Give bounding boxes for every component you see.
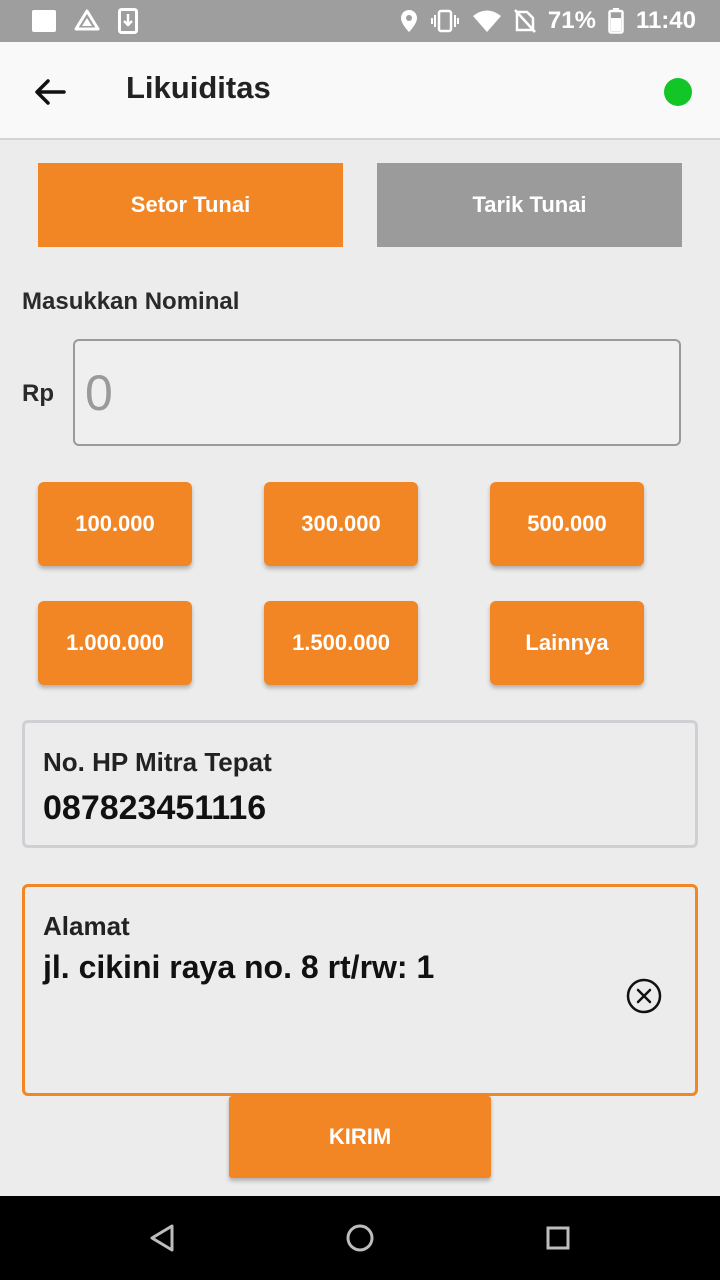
submit-button[interactable]: KIRIM [229,1096,491,1178]
nav-back-icon[interactable] [142,1218,182,1258]
vibrate-icon [430,9,460,33]
page-title: Likuiditas [126,70,271,105]
back-button[interactable] [30,72,70,112]
arrow-left-icon [35,79,66,105]
battery-icon [608,8,624,34]
wifi-icon [472,9,502,33]
drive-icon [74,9,100,33]
nav-recents-icon[interactable] [538,1218,578,1258]
system-nav-bar [0,1196,720,1280]
no-sim-icon [513,9,536,33]
nominal-label: Masukkan Nominal [22,288,240,315]
preset-100000-button[interactable]: 100.000 [38,482,192,566]
close-circle-icon[interactable] [625,977,663,1015]
battery-percent: 71% [547,7,596,34]
tab-tarik-tunai[interactable]: Tarik Tunai [377,163,682,247]
status-bar: 71% 11:40 [0,0,720,42]
clock: 11:40 [635,7,696,34]
download-icon [118,8,138,34]
nav-home-icon[interactable] [340,1218,380,1258]
app-bar: Likuiditas [0,42,720,140]
preset-1000000-button[interactable]: 1.000.000 [38,601,192,685]
preset-500000-button[interactable]: 500.000 [490,482,644,566]
tab-setor-tunai[interactable]: Setor Tunai [38,163,343,247]
preset-1500000-button[interactable]: 1.500.000 [264,601,418,685]
notification-square-icon [32,10,56,32]
phone-label: No. HP Mitra Tepat [43,747,272,777]
address-label: Alamat [43,911,130,941]
address-value[interactable]: jl. cikini raya no. 8 rt/rw: 1 [43,949,434,986]
currency-label: Rp [22,380,54,407]
phone-value: 087823451116 [43,789,267,827]
location-icon [400,9,418,33]
address-field[interactable]: Alamat jl. cikini raya no. 8 rt/rw: 1 [22,884,698,1096]
phone-field[interactable]: No. HP Mitra Tepat 087823451116 [22,720,698,848]
preset-lainnya-button[interactable]: Lainnya [490,601,644,685]
amount-input[interactable] [73,339,681,446]
preset-300000-button[interactable]: 300.000 [264,482,418,566]
online-status-indicator [664,78,692,106]
